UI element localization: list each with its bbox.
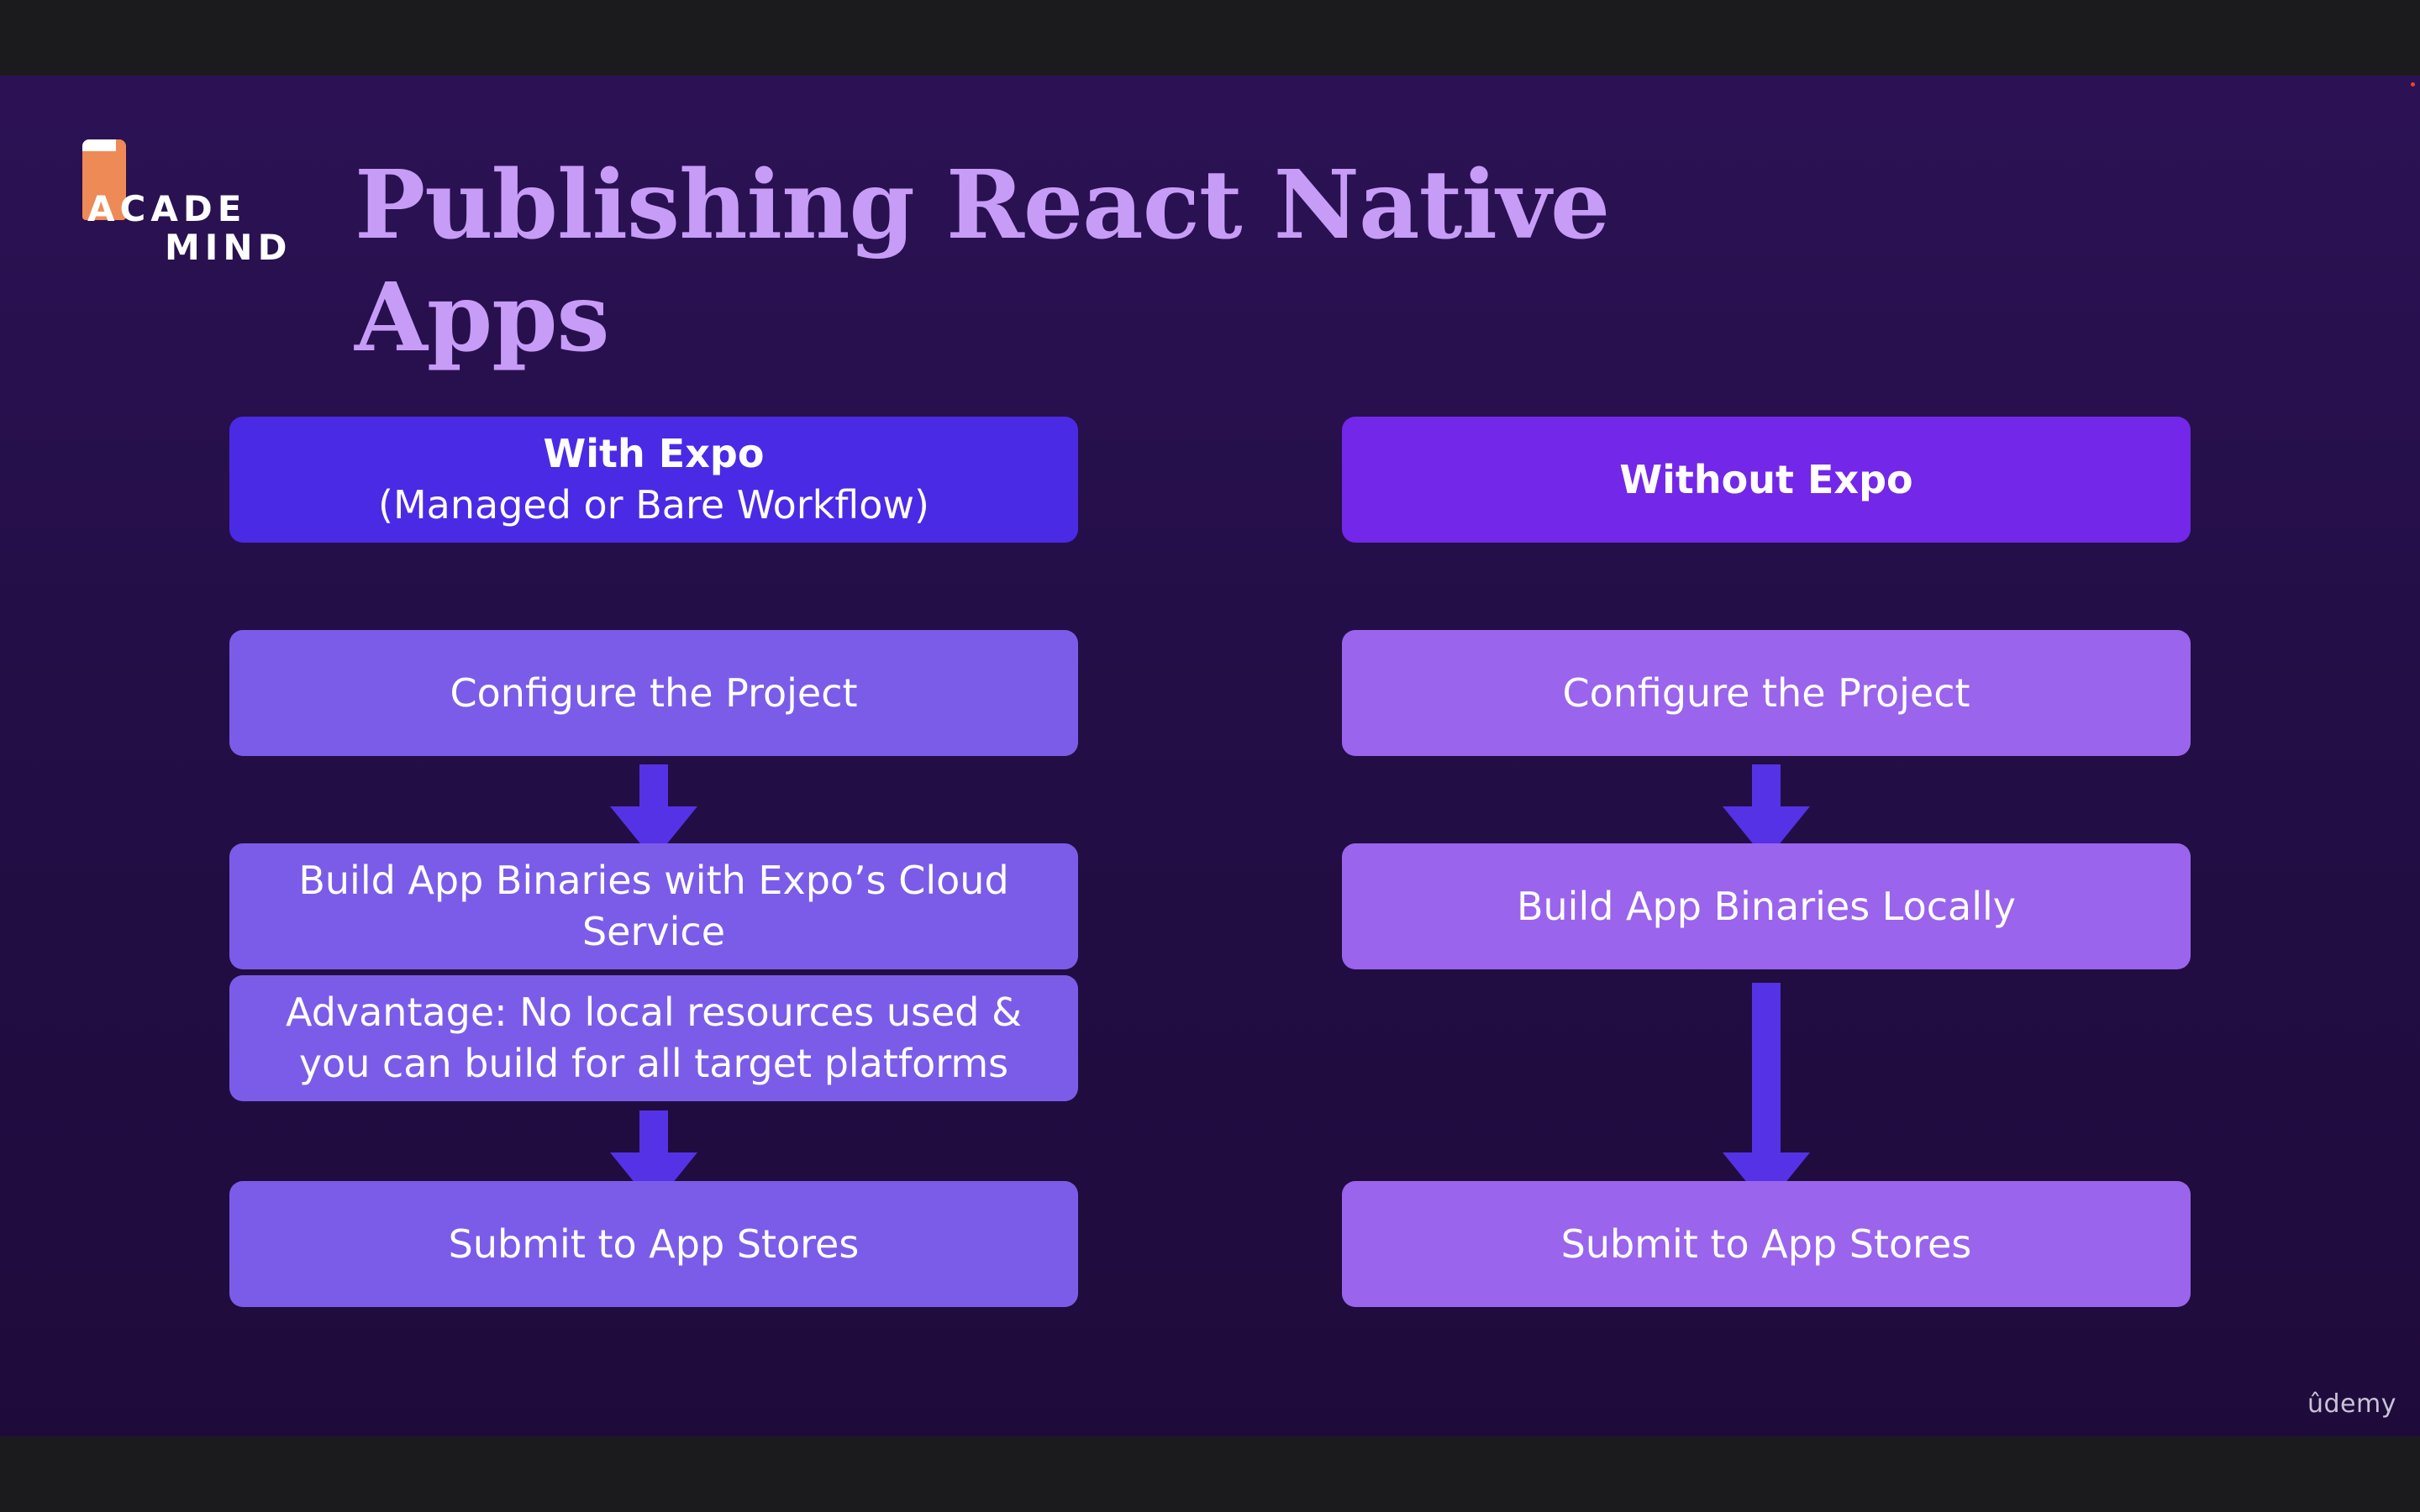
- left-step-configure: Configure the Project: [229, 630, 1078, 756]
- academind-logo: ACADE MIND: [62, 139, 289, 274]
- video-viewport: ACADE MIND Publishing React Native Apps …: [0, 0, 2420, 1512]
- right-step-configure: Configure the Project: [1342, 630, 2191, 756]
- letterbox-top: [0, 0, 2420, 76]
- right-step-build-label: Build App Binaries Locally: [1516, 883, 2017, 929]
- recording-dot: [2411, 82, 2415, 87]
- logo-text-line1: ACADE: [87, 188, 247, 229]
- left-step-submit-label: Submit to App Stores: [448, 1221, 860, 1267]
- left-advantage-note: Advantage: No local resources used & you…: [229, 975, 1078, 1101]
- right-step-configure-label: Configure the Project: [1562, 669, 1970, 716]
- right-step-submit: Submit to App Stores: [1342, 1181, 2191, 1307]
- left-step-build: Build App Binaries with Expo’s Cloud Ser…: [229, 843, 1078, 969]
- slide: ACADE MIND Publishing React Native Apps …: [0, 76, 2420, 1436]
- logo-text-line2: MIND: [165, 227, 292, 268]
- without-expo-header: Without Expo: [1342, 417, 2191, 543]
- with-expo-header: With Expo (Managed or Bare Workflow): [229, 417, 1078, 543]
- right-arrow-long-down-icon: [1720, 983, 1812, 1206]
- right-step-build: Build App Binaries Locally: [1342, 843, 2191, 969]
- left-step-submit: Submit to App Stores: [229, 1181, 1078, 1307]
- right-step-submit-label: Submit to App Stores: [1560, 1221, 1972, 1267]
- left-step-build-label: Build App Binaries with Expo’s Cloud Ser…: [298, 858, 1009, 954]
- without-expo-title: Without Expo: [1619, 456, 1913, 502]
- with-expo-title: With Expo: [543, 431, 765, 477]
- letterbox-bottom: [0, 1436, 2420, 1512]
- left-step-configure-label: Configure the Project: [450, 669, 858, 716]
- udemy-watermark: ûdemy: [2307, 1389, 2396, 1419]
- slide-title: Publishing React Native Apps: [355, 150, 1610, 374]
- left-advantage-note-text: Advantage: No local resources used & you…: [286, 990, 1022, 1086]
- with-expo-subtitle: (Managed or Bare Workflow): [378, 482, 929, 528]
